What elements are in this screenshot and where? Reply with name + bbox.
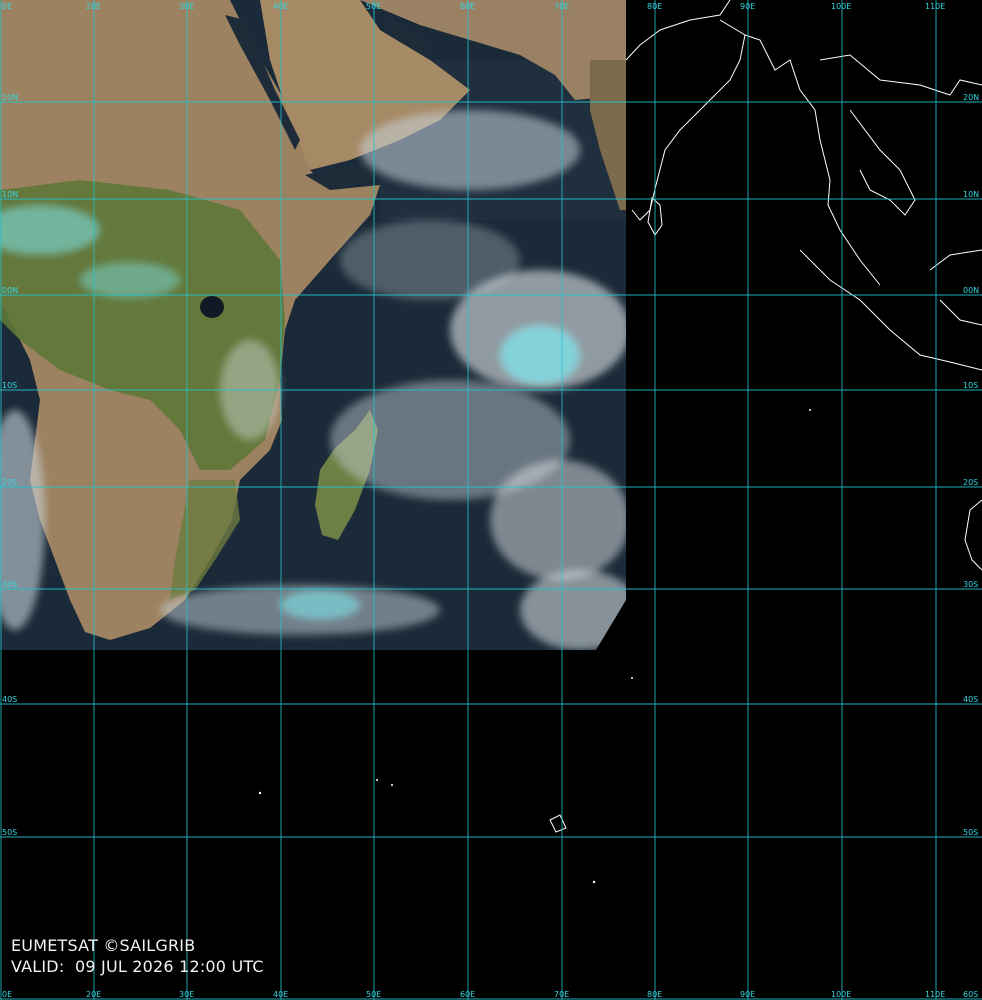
lat-label-30s-left: 30S <box>2 580 17 589</box>
valid-time: 09 JUL 2026 12:00 UTC <box>75 957 264 976</box>
lat-label-20s-left: 20S <box>2 478 17 487</box>
lon-label-30e-bottom: 30E <box>179 990 194 999</box>
valid-time-caption: VALID: 09 JUL 2026 12:00 UTC <box>11 957 264 976</box>
lon-label-40e-top: 40E <box>273 2 288 11</box>
lon-label-50e-bottom: 50E <box>366 990 381 999</box>
lon-label-90e-top: 90E <box>740 2 755 11</box>
lon-label-0e-top: 0E <box>2 2 12 11</box>
lat-label-40s-right: 40S <box>963 695 978 704</box>
lon-label-80e-bottom: 80E <box>647 990 662 999</box>
lat-label-50s-left: 50S <box>2 828 17 837</box>
lon-label-40e-bottom: 40E <box>273 990 288 999</box>
lon-label-110e-bottom: 110E <box>925 990 945 999</box>
lat-label-10n-right: 10N <box>963 190 979 199</box>
lat-label-10s-left: 10S <box>2 381 17 390</box>
lat-label-20n-left: 20N <box>2 93 18 102</box>
lat-label-10n-left: 10N <box>2 190 18 199</box>
lake-victoria <box>200 296 224 318</box>
lat-label-10s-right: 10S <box>963 381 978 390</box>
lat-label-20n-right: 20N <box>963 93 979 102</box>
lat-label-00n-right: 00N <box>963 286 979 295</box>
lat-label-60s-right: 60S <box>963 990 978 999</box>
lon-label-20e-top: 20E <box>86 2 101 11</box>
lat-label-50s-right: 50S <box>963 828 978 837</box>
lon-label-70e-bottom: 70E <box>554 990 569 999</box>
lon-label-30e-top: 30E <box>179 2 194 11</box>
lon-label-90e-bottom: 90E <box>740 990 755 999</box>
lon-label-20e-bottom: 20E <box>86 990 101 999</box>
lon-label-70e-top: 70E <box>554 2 569 11</box>
lon-label-60e-top: 60E <box>460 2 475 11</box>
lat-label-40s-left: 40S <box>2 695 17 704</box>
credit-caption: EUMETSAT ©SAILGRIB <box>11 936 196 955</box>
satellite-map: 0E 20E 30E 40E 50E 60E 70E 80E 90E 100E … <box>0 0 982 1000</box>
lon-label-60e-bottom: 60E <box>460 990 475 999</box>
lat-label-00n-left: 00N <box>2 286 18 295</box>
valid-label: VALID: <box>11 957 65 976</box>
lat-label-20s-right: 20S <box>963 478 978 487</box>
lon-label-80e-top: 80E <box>647 2 662 11</box>
lon-label-50e-top: 50E <box>366 2 381 11</box>
lat-label-30s-right: 30S <box>963 580 978 589</box>
lon-label-110e-top: 110E <box>925 2 945 11</box>
lon-label-100e-top: 100E <box>831 2 851 11</box>
lon-label-0e-bottom: 0E <box>2 990 12 999</box>
satellite-imagery <box>0 0 626 650</box>
lon-label-100e-bottom: 100E <box>831 990 851 999</box>
